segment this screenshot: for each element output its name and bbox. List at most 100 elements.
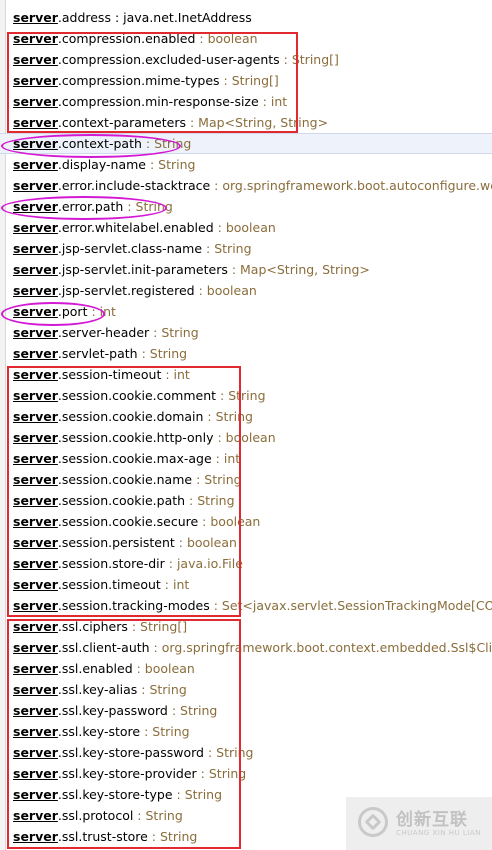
proposal-type: String [228, 388, 266, 403]
proposal-item[interactable]: server.port : int [0, 301, 492, 322]
proposal-separator: : [194, 283, 207, 298]
proposal-type: String[] [231, 73, 279, 88]
proposal-prefix: server [13, 304, 58, 319]
proposal-property: .address [57, 10, 111, 25]
proposal-item[interactable]: server.session.cookie.max-age : int [0, 448, 492, 469]
proposal-type: String [154, 136, 192, 151]
proposal-item[interactable]: server.session-timeout : int [0, 364, 492, 385]
proposal-property: .port [57, 304, 88, 319]
proposal-type: String [214, 241, 252, 256]
proposal-item[interactable]: server.session.cookie.name : String [0, 469, 492, 490]
proposal-prefix: server [13, 388, 58, 403]
proposal-item[interactable]: server.compression.min-response-size : i… [0, 91, 492, 112]
proposal-item[interactable]: server.ssl.enabled : boolean [0, 658, 492, 679]
proposal-type: Map<String, String> [198, 115, 329, 130]
proposal-item[interactable]: server.session.tracking-modes : Set<java… [0, 595, 492, 616]
proposal-property: .session.cookie.name [57, 472, 193, 487]
proposal-item[interactable]: server.error.whitelabel.enabled : boolea… [0, 217, 492, 238]
proposal-prefix: server [13, 31, 58, 46]
proposal-item[interactable]: server.session.cookie.domain : String [0, 406, 492, 427]
proposal-item[interactable]: server.session.cookie.comment : String [0, 385, 492, 406]
proposal-prefix: server [13, 577, 58, 592]
proposal-item[interactable]: server.ssl.client-auth : org.springframe… [0, 637, 492, 658]
proposal-prefix: server [13, 346, 58, 361]
proposal-item[interactable]: server.session.persistent : boolean [0, 532, 492, 553]
proposal-property: .session.timeout [57, 577, 161, 592]
proposal-item[interactable]: server.ssl.key-alias : String [0, 679, 492, 700]
proposal-type: Set<javax.servlet.SessionTrackingMode[CO… [221, 598, 492, 613]
proposal-item[interactable]: server.error.path : String [0, 196, 492, 217]
proposal-property: .jsp-servlet.class-name [57, 241, 203, 256]
proposal-separator: : [185, 115, 199, 130]
proposal-item[interactable]: server.ssl.key-store : String [0, 721, 492, 742]
proposal-separator: : [137, 346, 150, 361]
proposal-type: String [158, 157, 196, 172]
proposal-property: .session.persistent [57, 535, 175, 550]
proposal-separator: : [149, 640, 162, 655]
proposal-item[interactable]: server.session.cookie.secure : boolean [0, 511, 492, 532]
proposal-separator: : [210, 178, 223, 193]
proposal-item[interactable]: server.context-path : String [0, 133, 492, 154]
watermark-logo-icon [358, 807, 388, 837]
proposal-item[interactable]: server.address : java.net.InetAddress [0, 7, 492, 28]
proposal-prefix: server [13, 661, 58, 676]
proposal-item[interactable]: server.compression.enabled : boolean [0, 28, 492, 49]
proposal-item[interactable]: server.jsp-servlet.class-name : String [0, 238, 492, 259]
proposal-prefix: server [13, 619, 58, 634]
proposal-item[interactable]: server.ssl.key-password : String [0, 700, 492, 721]
proposal-prefix: server [13, 241, 58, 256]
proposal-item[interactable]: server.ssl.key-store-password : String [0, 742, 492, 763]
proposal-item[interactable]: server.server-header : String [0, 322, 492, 343]
proposal-list[interactable]: server.address : java.net.InetAddress ser… [0, 7, 492, 847]
content-assist-popup: server.address : java.net.InetAddress ser… [0, 0, 492, 850]
proposal-type: String [204, 472, 242, 487]
proposal-prefix: server [13, 10, 58, 25]
proposal-property: .session.tracking-modes [57, 598, 210, 613]
proposal-separator: : [164, 556, 177, 571]
proposal-separator: : [192, 472, 205, 487]
proposal-prefix: server [13, 451, 58, 466]
proposal-prefix: server [13, 598, 58, 613]
proposal-separator: : [172, 787, 185, 802]
proposal-property: .context-path [57, 136, 142, 151]
proposal-item[interactable]: server.ssl.key-store-provider : String [0, 763, 492, 784]
proposal-type: int [223, 451, 241, 466]
proposal-property: .jsp-servlet.registered [57, 283, 195, 298]
proposal-type: String [208, 766, 247, 781]
proposal-property: .session.cookie.domain [57, 409, 204, 424]
proposal-property: .session.cookie.secure [57, 514, 199, 529]
proposal-prefix: server [13, 556, 58, 571]
proposal-type: String [135, 199, 173, 214]
proposal-separator: : [209, 598, 222, 613]
proposal-prefix: server [13, 178, 58, 193]
proposal-separator: : [132, 661, 145, 676]
proposal-type: int [99, 304, 116, 319]
proposal-item[interactable]: server.ssl.ciphers : String[] [0, 616, 492, 637]
proposal-item[interactable]: server.display-name : String [0, 154, 492, 175]
proposal-separator: : [211, 451, 224, 466]
proposal-item[interactable]: server.session.timeout : int [0, 574, 492, 595]
proposal-item[interactable]: server.error.include-stacktrace : org.sp… [0, 175, 492, 196]
proposal-item[interactable]: server.servlet-path : String [0, 343, 492, 364]
proposal-item[interactable]: server.jsp-servlet.init-parameters : Map… [0, 259, 492, 280]
proposal-item[interactable]: server.context-parameters : Map<String, … [0, 112, 492, 133]
proposal-prefix: server [13, 514, 58, 529]
proposal-type: org.springframework.boot.context.embedde… [161, 640, 492, 655]
watermark-subtitle: CHUANG XIN HU LIAN [396, 829, 481, 837]
proposal-separator: : [160, 577, 173, 592]
proposal-separator: : [141, 136, 155, 151]
proposal-property: .ssl.key-store-provider [57, 766, 197, 781]
proposal-property: .server-header [57, 325, 150, 340]
proposal-type: int [172, 577, 190, 592]
proposal-prefix: server [13, 829, 58, 844]
proposal-item[interactable]: server.session.store-dir : java.io.File [0, 553, 492, 574]
proposal-item[interactable]: server.session.cookie.http-only : boolea… [0, 427, 492, 448]
proposal-separator: : [87, 304, 100, 319]
proposal-type: int [173, 367, 190, 382]
proposal-item[interactable]: server.jsp-servlet.registered : boolean [0, 280, 492, 301]
proposal-separator: : [149, 325, 162, 340]
proposal-item[interactable]: server.compression.excluded-user-agents … [0, 49, 492, 70]
proposal-item[interactable]: server.compression.mime-types : String[] [0, 70, 492, 91]
proposal-item[interactable]: server.session.cookie.path : String [0, 490, 492, 511]
proposal-type: String [152, 724, 190, 739]
